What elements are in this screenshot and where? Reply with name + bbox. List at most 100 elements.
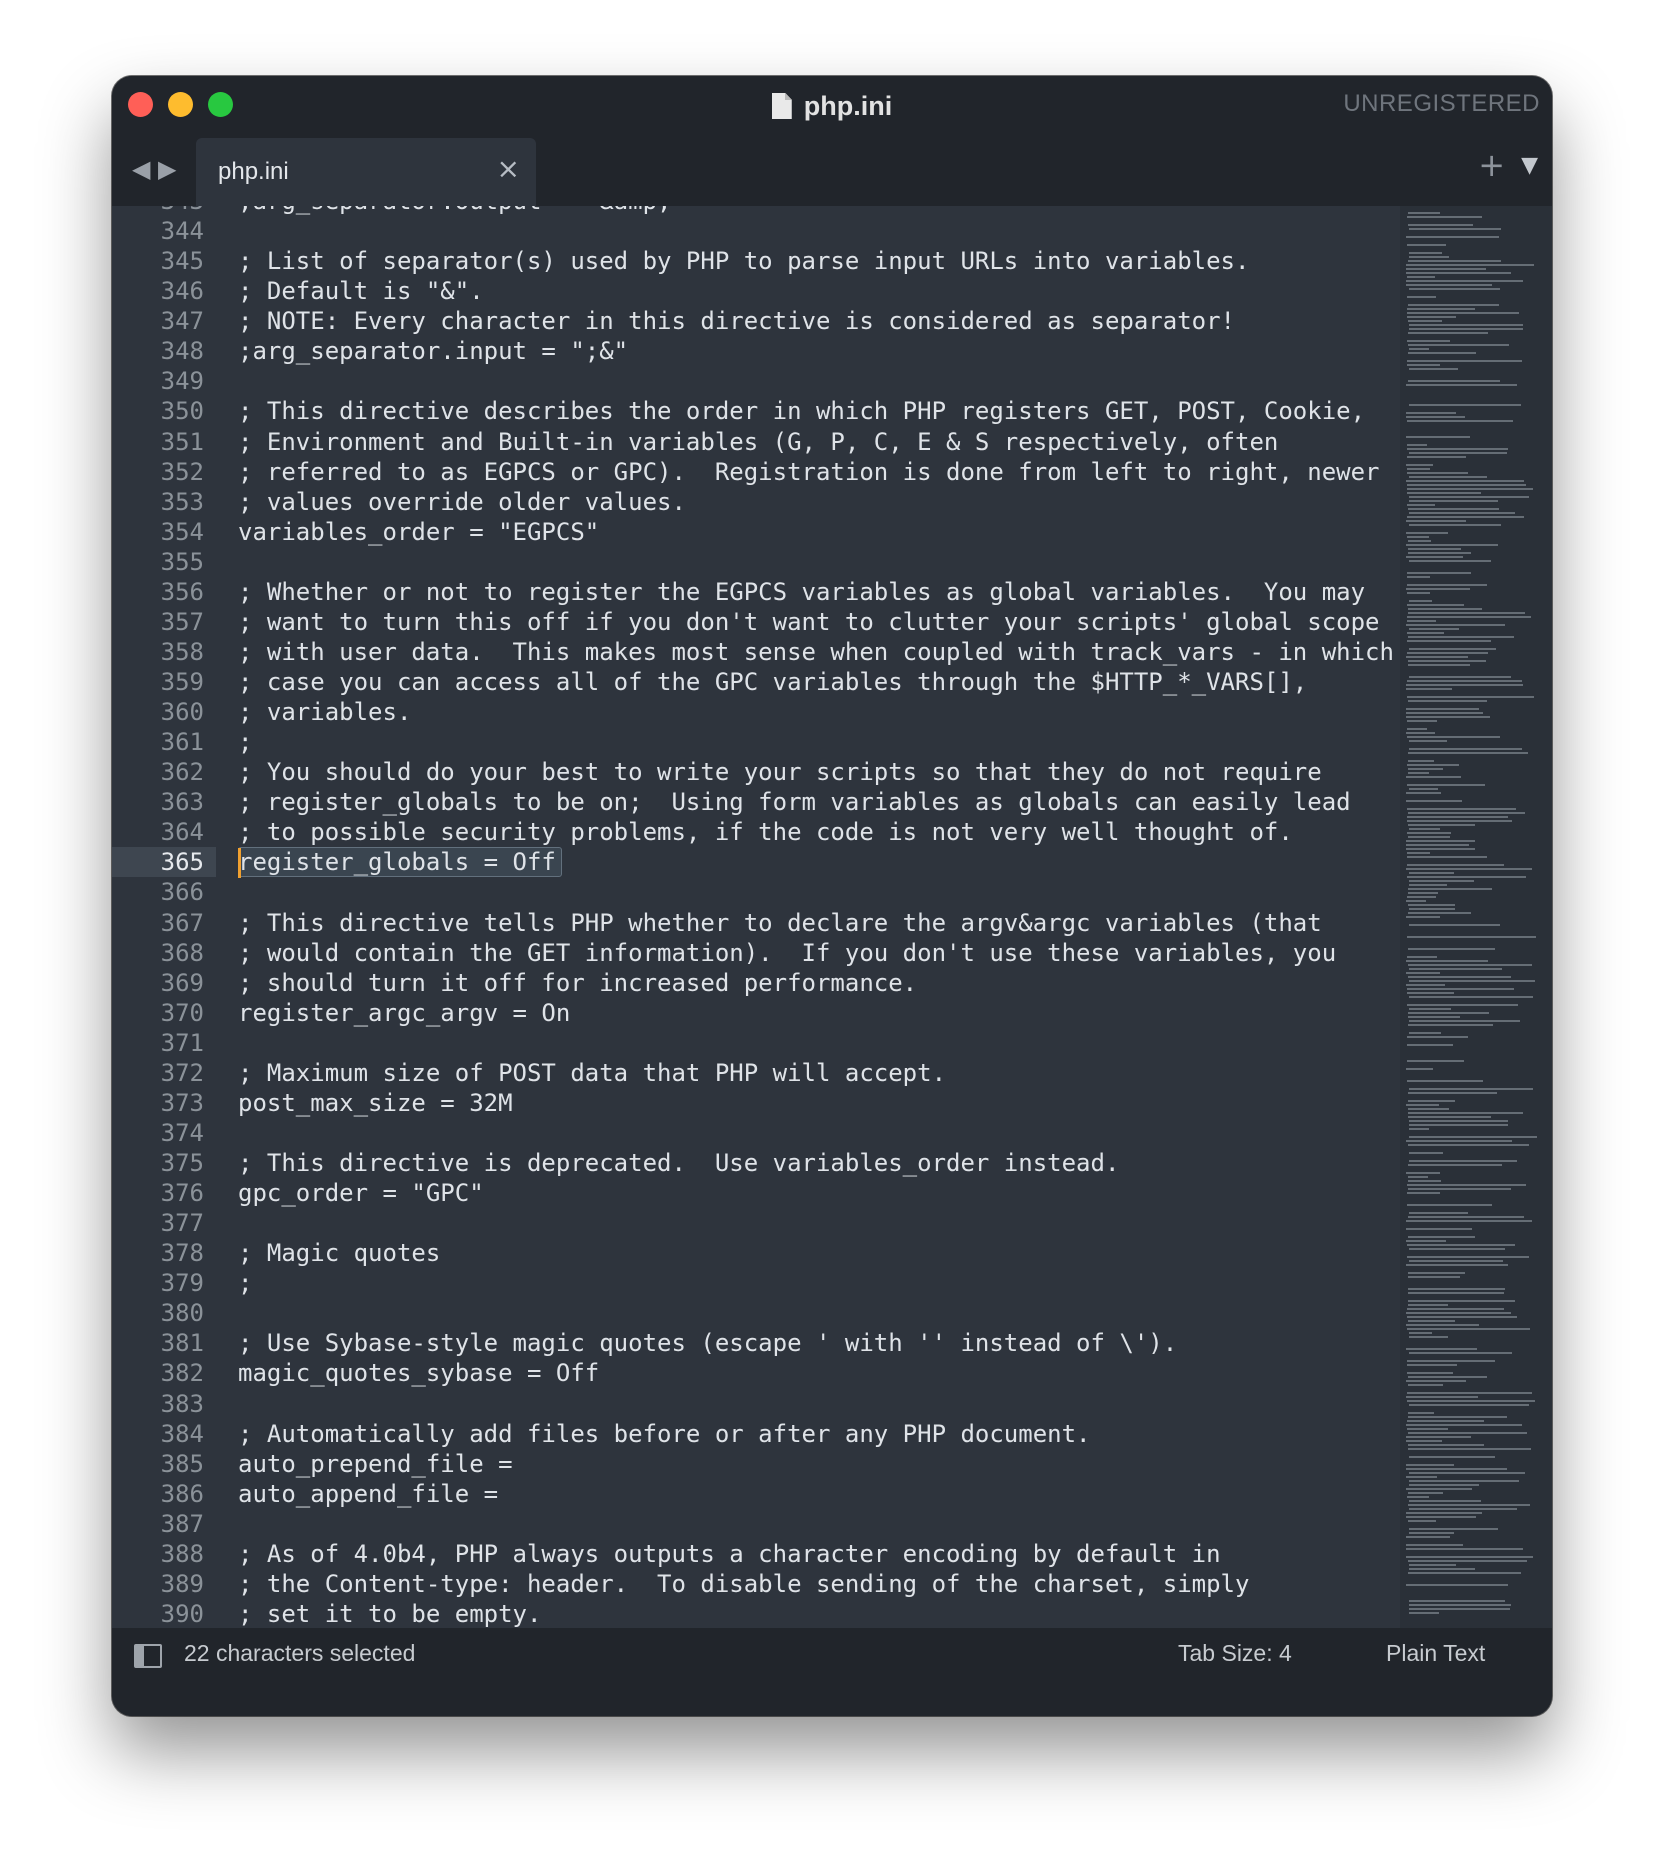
line-text[interactable]: ; Environment and Built-in variables (G,… (238, 427, 1278, 457)
code-line[interactable]: 353 ; values override older values. (112, 487, 1392, 517)
code-line[interactable]: 378 ; Magic quotes (112, 1238, 1392, 1268)
code-line[interactable]: 357 ; want to turn this off if you don't … (112, 607, 1392, 637)
forward-arrow-icon[interactable]: ▶ (158, 155, 176, 183)
tab-menu-icon[interactable]: ▼ (1521, 153, 1538, 178)
line-text[interactable]: auto_prepend_file = (238, 1449, 513, 1479)
code-line[interactable]: 352 ; referred to as EGPCS or GPC). Regis… (112, 457, 1392, 487)
line-text[interactable]: ; with user data. This makes most sense … (238, 637, 1394, 667)
code-line[interactable]: 366 (112, 877, 1392, 907)
code-line[interactable]: 344 (112, 216, 1392, 246)
line-text[interactable]: ; values override older values. (238, 487, 686, 517)
code-line[interactable]: 351 ; Environment and Built-in variables … (112, 427, 1392, 457)
line-text[interactable]: ; set it to be empty. (238, 1599, 541, 1628)
code-line[interactable]: 386 auto_append_file = (112, 1479, 1392, 1509)
text-editor[interactable]: 343 ;arg_separator.output = "&amp;" 344345… (112, 206, 1552, 1628)
line-text[interactable]: ; would contain the GET information). If… (238, 938, 1336, 968)
code-line[interactable]: 345 ; List of separator(s) used by PHP to… (112, 246, 1392, 276)
code-line[interactable]: 380 (112, 1298, 1392, 1328)
code-line[interactable]: 354 variables_order = "EGPCS" (112, 517, 1392, 547)
code-line[interactable]: 361; (112, 727, 1392, 757)
code-line[interactable]: 384 ; Automatically add files before or a… (112, 1419, 1392, 1449)
line-text[interactable]: register_globals = Off (238, 847, 563, 879)
code-line[interactable]: 362 ; You should do your best to write yo… (112, 757, 1392, 787)
line-text[interactable]: magic_quotes_sybase = Off (238, 1358, 599, 1388)
code-line[interactable]: 365 register_globals = Off (112, 847, 1392, 879)
code-line[interactable]: 382 magic_quotes_sybase = Off (112, 1358, 1392, 1388)
line-text[interactable]: ; You should do your best to write your … (238, 757, 1322, 787)
line-text[interactable]: variables_order = "EGPCS" (238, 517, 599, 547)
line-text[interactable]: ; case you can access all of the GPC var… (238, 667, 1307, 697)
code-line[interactable]: 381 ; Use Sybase-style magic quotes (esca… (112, 1328, 1392, 1358)
back-arrow-icon[interactable]: ◀ (132, 155, 150, 183)
line-text[interactable]: ; referred to as EGPCS or GPC). Registra… (238, 457, 1380, 487)
syntax-selector[interactable]: Plain Text (1386, 1640, 1485, 1667)
code-area[interactable]: 343 ;arg_separator.output = "&amp;" 344345… (112, 206, 1394, 1628)
line-text[interactable]: ;arg_separator.input = ";&" (238, 336, 628, 366)
code-line[interactable]: 387 (112, 1509, 1392, 1539)
code-line[interactable]: 388 ; As of 4.0b4, PHP always outputs a c… (112, 1539, 1392, 1569)
line-text[interactable]: ; Magic quotes (238, 1238, 440, 1268)
line-text[interactable]: ; Maximum size of POST data that PHP wil… (238, 1058, 946, 1088)
line-text[interactable]: gpc_order = "GPC" (238, 1178, 484, 1208)
code-line[interactable]: 347 ; NOTE: Every character in this direc… (112, 306, 1392, 336)
code-line[interactable]: 368 ; would contain the GET information).… (112, 938, 1392, 968)
tab-php-ini[interactable]: php.ini × (196, 138, 536, 206)
code-line[interactable]: 370 register_argc_argv = On (112, 998, 1392, 1028)
code-line[interactable]: 371 (112, 1028, 1392, 1058)
code-line[interactable]: 374 (112, 1118, 1392, 1148)
code-line[interactable]: 373 post_max_size = 32M (112, 1088, 1392, 1118)
code-line[interactable]: 385 auto_prepend_file = (112, 1449, 1392, 1479)
line-text[interactable]: ; (238, 727, 252, 757)
code-line[interactable]: 379; (112, 1268, 1392, 1298)
line-text[interactable]: ; Automatically add files before or afte… (238, 1419, 1091, 1449)
line-text[interactable]: ;arg_separator.output = "&amp;" (238, 206, 686, 216)
code-line[interactable]: 348 ;arg_separator.input = ";&" (112, 336, 1392, 366)
line-text[interactable]: ; Whether or not to register the EGPCS v… (238, 577, 1365, 607)
code-line[interactable]: 360 ; variables. (112, 697, 1392, 727)
line-text[interactable]: ; This directive is deprecated. Use vari… (238, 1148, 1119, 1178)
code-line[interactable]: 358 ; with user data. This makes most sen… (112, 637, 1394, 667)
code-line[interactable]: 359 ; case you can access all of the GPC … (112, 667, 1392, 697)
code-line[interactable]: 355 (112, 547, 1392, 577)
line-text[interactable]: ; to possible security problems, if the … (238, 817, 1293, 847)
code-line[interactable]: 383 (112, 1389, 1392, 1419)
tab-size-selector[interactable]: Tab Size: 4 (1178, 1640, 1292, 1667)
code-line[interactable]: 376 gpc_order = "GPC" (112, 1178, 1392, 1208)
line-text[interactable]: ; Use Sybase-style magic quotes (escape … (238, 1328, 1177, 1358)
line-text[interactable]: ; As of 4.0b4, PHP always outputs a char… (238, 1539, 1221, 1569)
line-text[interactable]: ; List of separator(s) used by PHP to pa… (238, 246, 1249, 276)
code-line[interactable]: 349 (112, 366, 1392, 396)
code-line[interactable]: 343 ;arg_separator.output = "&amp;" (112, 206, 1392, 216)
close-tab-icon[interactable]: × (497, 152, 520, 185)
line-text[interactable]: ; want to turn this off if you don't wan… (238, 607, 1380, 637)
code-line[interactable]: 363 ; register_globals to be on; Using fo… (112, 787, 1392, 817)
line-text[interactable]: post_max_size = 32M (238, 1088, 513, 1118)
code-line[interactable]: 372 ; Maximum size of POST data that PHP … (112, 1058, 1392, 1088)
line-text[interactable]: ; register_globals to be on; Using form … (238, 787, 1351, 817)
line-text[interactable]: ; variables. (238, 697, 411, 727)
line-text[interactable]: ; the Content-type: header. To disable s… (238, 1569, 1249, 1599)
line-text[interactable]: auto_append_file = (238, 1479, 498, 1509)
line-text[interactable]: ; Default is "&". (238, 276, 484, 306)
line-text[interactable]: ; should turn it off for increased perfo… (238, 968, 917, 998)
new-tab-icon[interactable]: + (1478, 146, 1505, 184)
code-line[interactable]: 375 ; This directive is deprecated. Use v… (112, 1148, 1392, 1178)
code-line[interactable]: 356 ; Whether or not to register the EGPC… (112, 577, 1392, 607)
code-line[interactable]: 346 ; Default is "&". (112, 276, 1392, 306)
minimap-line (1408, 1092, 1497, 1094)
code-line[interactable]: 367 ; This directive tells PHP whether to… (112, 908, 1392, 938)
code-line[interactable]: 377 (112, 1208, 1392, 1238)
code-line[interactable]: 390 ; set it to be empty. (112, 1599, 1392, 1628)
code-line[interactable]: 364 ; to possible security problems, if t… (112, 817, 1392, 847)
line-text[interactable]: ; (238, 1268, 252, 1298)
code-line[interactable]: 350 ; This directive describes the order … (112, 396, 1392, 426)
line-text[interactable]: register_argc_argv = On (238, 998, 570, 1028)
minimap[interactable] (1400, 206, 1552, 1628)
code-line[interactable]: 389 ; the Content-type: header. To disabl… (112, 1569, 1392, 1599)
code-line[interactable]: 369 ; should turn it off for increased pe… (112, 968, 1392, 998)
minimap-line (1406, 1264, 1508, 1266)
sidebar-toggle-icon[interactable] (134, 1644, 162, 1668)
line-text[interactable]: ; This directive describes the order in … (238, 396, 1365, 426)
line-text[interactable]: ; NOTE: Every character in this directiv… (238, 306, 1235, 336)
line-text[interactable]: ; This directive tells PHP whether to de… (238, 908, 1322, 938)
